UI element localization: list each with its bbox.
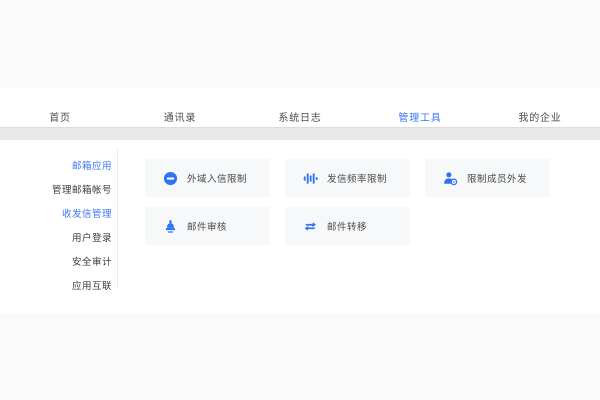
- tab-label: 系统日志: [278, 109, 321, 124]
- transfer-icon: [302, 218, 318, 234]
- card-inbound-domain-restriction[interactable]: 外域入信限制: [145, 159, 270, 197]
- sidebar-item-security-audit[interactable]: 安全审计: [0, 251, 112, 275]
- card-restrict-member-outbound[interactable]: 限制成员外发: [425, 159, 550, 197]
- tab-system-log[interactable]: 系统日志: [240, 105, 360, 127]
- sidebar-item-user-login[interactable]: 用户登录: [0, 227, 112, 251]
- sidebar-item-mailbox-apps[interactable]: 邮箱应用: [0, 155, 112, 179]
- member-restrict-icon: [442, 170, 458, 186]
- card-send-frequency-limit[interactable]: 发信频率限制: [285, 159, 410, 197]
- sidebar-item-manage-accounts[interactable]: 管理邮箱帐号: [0, 179, 112, 203]
- content-panel: 首页 通讯录 系统日志 管理工具 我的企业 邮箱应用 管理邮箱帐号 收发信管理 …: [0, 88, 600, 313]
- page: 首页 通讯录 系统日志 管理工具 我的企业 邮箱应用 管理邮箱帐号 收发信管理 …: [0, 0, 600, 400]
- sidebar: 邮箱应用 管理邮箱帐号 收发信管理 用户登录 安全审计 应用互联: [0, 155, 112, 299]
- sidebar-divider: [117, 149, 118, 289]
- tab-my-enterprise[interactable]: 我的企业: [480, 105, 600, 127]
- stamp-icon: [162, 218, 178, 234]
- tab-label: 我的企业: [518, 109, 561, 124]
- card-label: 邮件审核: [187, 219, 227, 233]
- tab-label: 管理工具: [398, 109, 441, 124]
- card-mail-review[interactable]: 邮件审核: [145, 207, 270, 245]
- sidebar-item-send-receive-mgmt[interactable]: 收发信管理: [0, 203, 112, 227]
- tab-contacts[interactable]: 通讯录: [120, 105, 240, 127]
- tab-home[interactable]: 首页: [0, 105, 120, 127]
- card-label: 发信频率限制: [327, 171, 387, 185]
- tab-label: 通讯录: [164, 109, 196, 124]
- card-label: 邮件转移: [327, 219, 367, 233]
- tab-label: 首页: [49, 109, 71, 124]
- card-mail-transfer[interactable]: 邮件转移: [285, 207, 410, 245]
- sidebar-item-app-integration[interactable]: 应用互联: [0, 275, 112, 299]
- tab-admin-tools[interactable]: 管理工具: [360, 105, 480, 127]
- nav-divider-bar: [0, 127, 600, 140]
- card-label: 限制成员外发: [467, 171, 527, 185]
- top-nav: 首页 通讯录 系统日志 管理工具 我的企业: [0, 105, 600, 127]
- card-label: 外域入信限制: [187, 171, 247, 185]
- frequency-icon: [302, 170, 318, 186]
- block-icon: [162, 170, 178, 186]
